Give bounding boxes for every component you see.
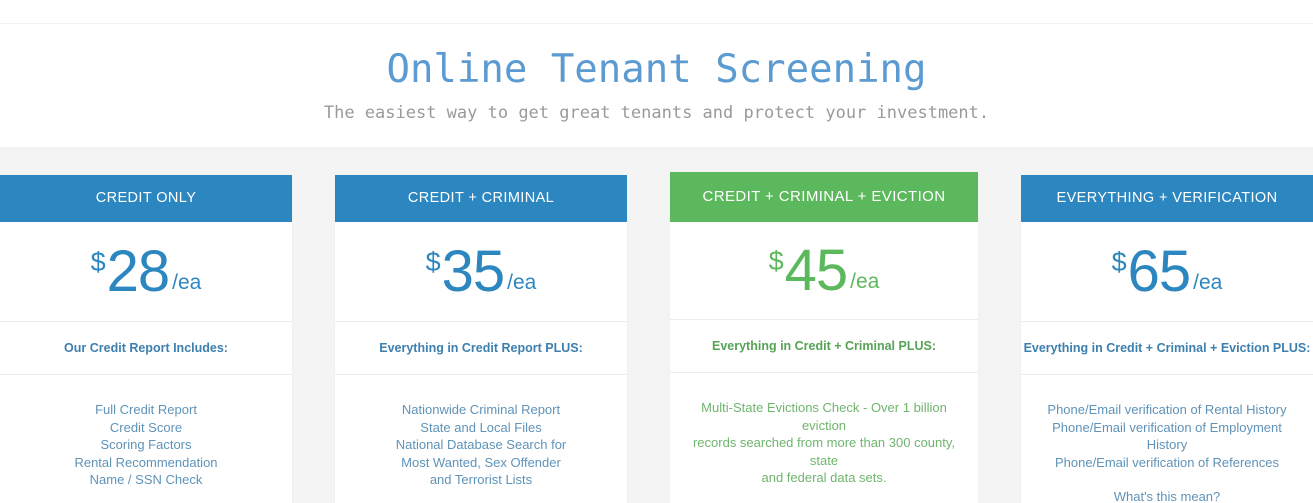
plan-header: CREDIT + CRIMINAL + EVICTION [670, 172, 978, 222]
feature-item: State and Local Files [420, 419, 542, 435]
plan-price: $ 28 /ea [0, 222, 292, 322]
feature-item: Phone/Email verification of Rental Histo… [1047, 402, 1287, 417]
feature-item: records searched from more than 300 coun… [692, 435, 956, 468]
feature-item: Rental Recommendation [74, 454, 218, 470]
plan-subheading: Our Credit Report Includes: [0, 322, 292, 375]
feature-item: Phone/Email verification of Employment H… [1052, 419, 1282, 453]
plan-subheading: Everything in Credit + Criminal PLUS: [670, 320, 978, 373]
price-unit: /ea [507, 270, 537, 294]
plan-feature-list: Full Credit Report Credit Score Scoring … [0, 375, 292, 503]
plan-subheading: Everything in Credit Report PLUS: [335, 322, 627, 375]
plan-feature-list: Multi-State Evictions Check - Over 1 bil… [670, 373, 978, 503]
price-amount: 35 [441, 238, 506, 304]
plan-header: CREDIT ONLY [0, 175, 292, 222]
feature-item: Most Wanted, Sex Offender [401, 454, 561, 470]
pricing-card-credit-only[interactable]: CREDIT ONLY $ 28 /ea Our Credit Report I… [0, 175, 292, 503]
page-title: Online Tenant Screening [386, 47, 927, 92]
feature-item: and federal data sets. [761, 470, 887, 485]
price-currency-symbol: $ [768, 245, 784, 276]
plan-price: $ 45 /ea [670, 222, 978, 320]
page-subtitle: The easiest way to get great tenants and… [323, 103, 990, 123]
feature-item: and Terrorist Lists [429, 472, 533, 487]
price-unit: /ea [850, 269, 880, 293]
plan-header: EVERYTHING + VERIFICATION [1021, 175, 1313, 222]
plan-subheading: Everything in Credit + Criminal + Evicti… [1021, 322, 1313, 375]
top-bar [0, 0, 1313, 24]
pricing-card-credit-criminal[interactable]: CREDIT + CRIMINAL $ 35 /ea Everything in… [335, 175, 627, 503]
plan-price: $ 35 /ea [335, 222, 627, 322]
pricing-card-everything-verification[interactable]: EVERYTHING + VERIFICATION $ 65 /ea Every… [1021, 175, 1313, 503]
price-unit: /ea [1193, 270, 1223, 294]
price-currency-symbol: $ [90, 246, 106, 277]
price-unit: /ea [172, 270, 202, 294]
feature-item: Scoring Factors [100, 437, 192, 452]
feature-item: Nationwide Criminal Report [401, 402, 561, 417]
page-root: Online Tenant Screening The easiest way … [0, 0, 1313, 503]
pricing-section: CREDIT ONLY $ 28 /ea Our Credit Report I… [0, 147, 1313, 503]
feature-item: Multi-State Evictions Check - Over 1 bil… [701, 400, 947, 433]
pricing-card-credit-criminal-eviction[interactable]: CREDIT + CRIMINAL + EVICTION $ 45 /ea Ev… [670, 172, 978, 503]
hero-section: Online Tenant Screening The easiest way … [0, 25, 1313, 147]
plan-header: CREDIT + CRIMINAL [335, 175, 627, 222]
price-amount: 45 [784, 237, 849, 303]
feature-spacer [682, 487, 966, 503]
feature-item: Credit Score [109, 419, 183, 435]
feature-item: Name / SSN Check [89, 472, 203, 487]
plan-feature-list: Phone/Email verification of Rental Histo… [1021, 375, 1313, 503]
price-currency-symbol: $ [425, 246, 441, 277]
whats-this-mean-link[interactable]: What's this mean? [1033, 488, 1301, 503]
pricing-card-row: CREDIT ONLY $ 28 /ea Our Credit Report I… [0, 147, 1313, 503]
feature-item: Full Credit Report [95, 402, 197, 417]
price-amount: 65 [1127, 238, 1192, 304]
price-currency-symbol: $ [1111, 246, 1127, 277]
feature-spacer [1033, 471, 1301, 488]
feature-item: National Database Search for [395, 437, 567, 452]
price-amount: 28 [106, 238, 171, 304]
feature-item: Phone/Email verification of References [1054, 454, 1279, 470]
plan-price: $ 65 /ea [1021, 222, 1313, 322]
plan-feature-list: Nationwide Criminal Report State and Loc… [335, 375, 627, 503]
